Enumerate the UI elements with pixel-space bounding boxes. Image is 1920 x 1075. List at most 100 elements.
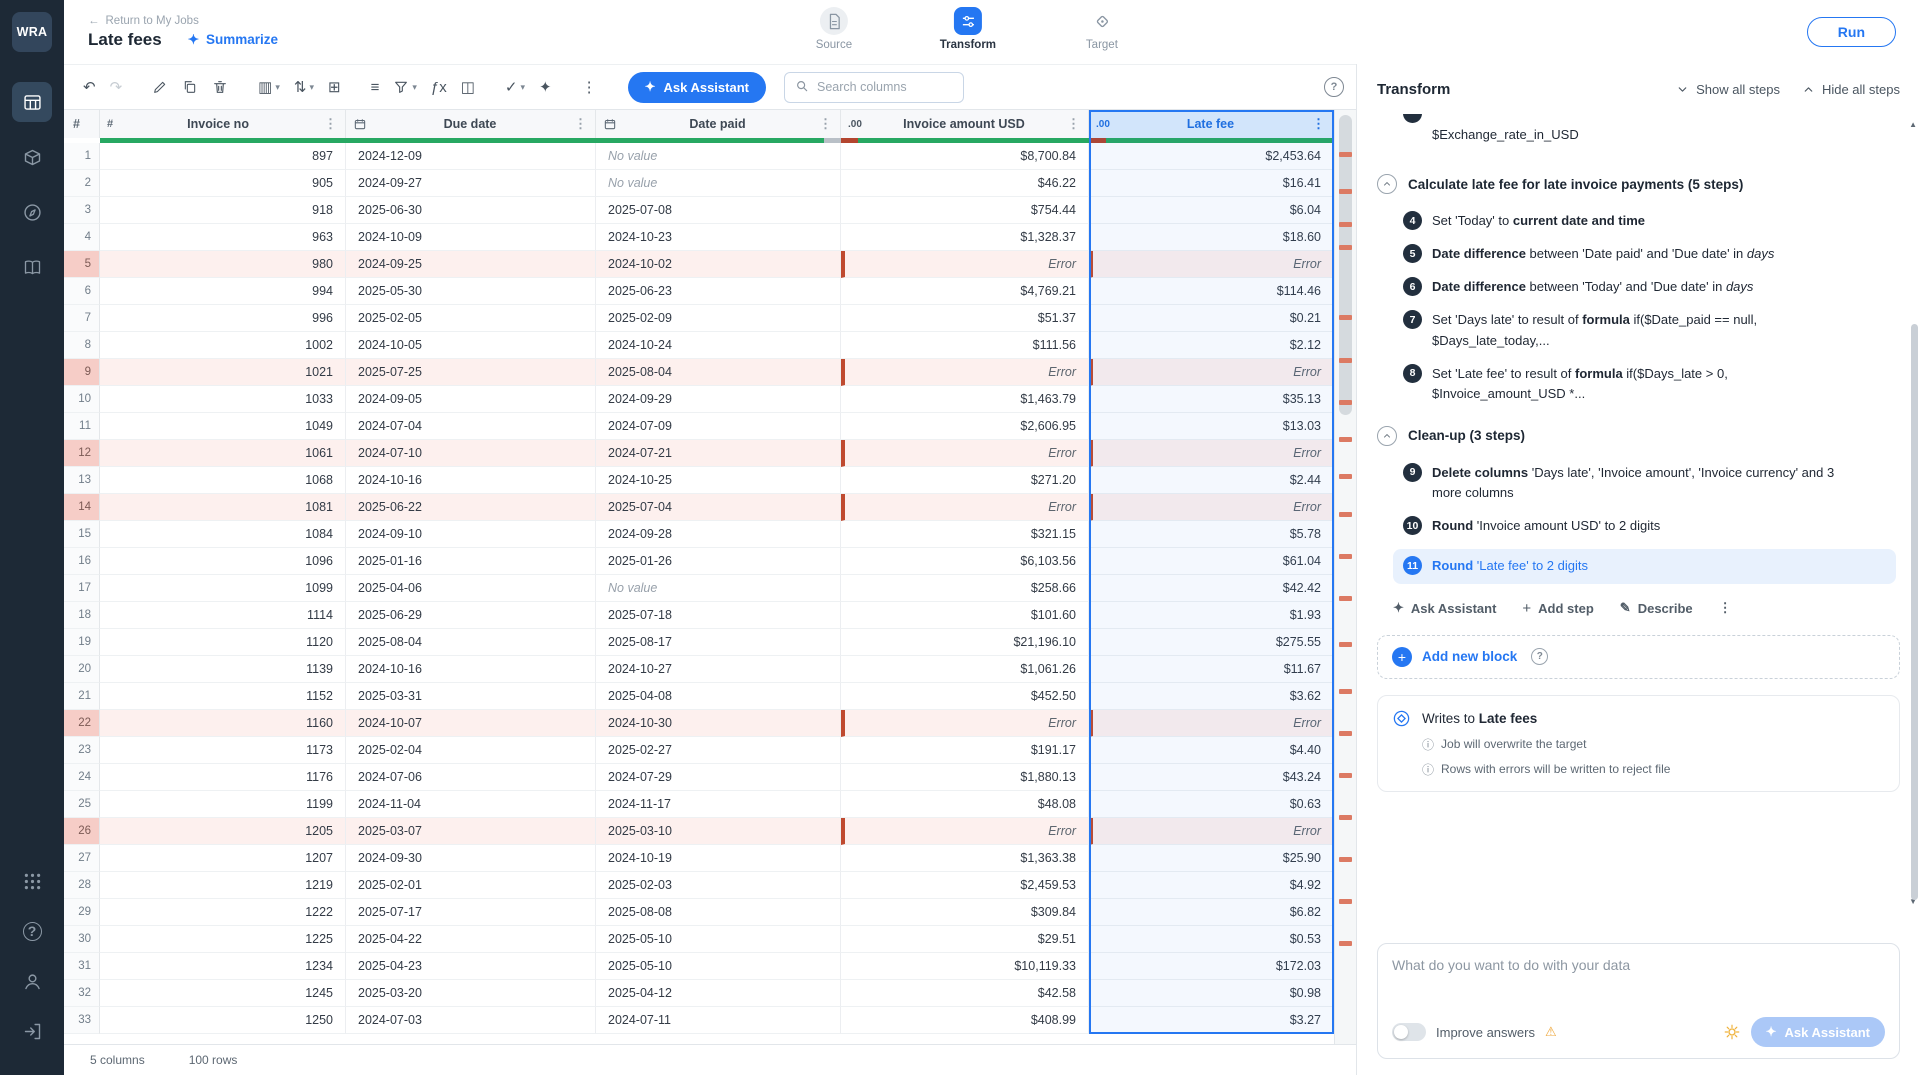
column-header-date-paid[interactable]: Date paid⋮ — [596, 110, 841, 138]
cell-invoice-no[interactable]: 994 — [100, 278, 346, 305]
delete-button[interactable] — [205, 72, 235, 102]
cell-late-fee[interactable]: $2.44 — [1089, 467, 1334, 494]
block-header[interactable]: Clean-up (3 steps) — [1377, 422, 1900, 450]
cell-late-fee[interactable]: $172.03 — [1089, 953, 1334, 980]
cell-late-fee[interactable]: $5.78 — [1089, 521, 1334, 548]
transform-step-9[interactable]: 9Delete columns 'Days late', 'Invoice am… — [1403, 463, 1896, 503]
column-header-invoice-amount-usd[interactable]: .00Invoice amount USD⋮ — [841, 110, 1089, 138]
cell-invoice-amount[interactable]: $408.99 — [841, 1007, 1089, 1034]
back-link[interactable]: ← Return to My Jobs — [88, 15, 278, 27]
cell-invoice-no[interactable]: 1084 — [100, 521, 346, 548]
row-number[interactable]: 2 — [64, 170, 100, 197]
cell-invoice-amount[interactable]: $10,119.33 — [841, 953, 1089, 980]
steps-more-button[interactable]: ⋮ — [1719, 600, 1732, 616]
cell-invoice-no[interactable]: 1081 — [100, 494, 346, 521]
transform-step-11[interactable]: 11Round 'Late fee' to 2 digits — [1393, 549, 1896, 583]
cell-date-paid[interactable]: 2025-04-12 — [596, 980, 841, 1007]
cell-date-paid[interactable]: 2025-05-10 — [596, 926, 841, 953]
chat-input[interactable] — [1392, 957, 1885, 1017]
cell-date-paid[interactable]: 2024-10-02 — [596, 251, 841, 278]
cell-invoice-amount[interactable]: $1,463.79 — [841, 386, 1089, 413]
cell-invoice-no[interactable]: 1245 — [100, 980, 346, 1007]
row-number[interactable]: 8 — [64, 332, 100, 359]
row-number[interactable]: 28 — [64, 872, 100, 899]
add-new-block-button[interactable]: + Add new block ? — [1377, 635, 1900, 679]
edit-button[interactable] — [145, 72, 175, 102]
cell-invoice-amount[interactable]: $8,700.84 — [841, 143, 1089, 170]
cell-due-date[interactable]: 2025-03-07 — [346, 818, 596, 845]
row-number[interactable]: 5 — [64, 251, 100, 278]
cell-due-date[interactable]: 2024-10-05 — [346, 332, 596, 359]
cell-invoice-amount[interactable]: $48.08 — [841, 791, 1089, 818]
cell-invoice-amount[interactable]: $1,363.38 — [841, 845, 1089, 872]
cell-invoice-no[interactable]: 1061 — [100, 440, 346, 467]
cell-date-paid[interactable]: 2025-07-18 — [596, 602, 841, 629]
cell-invoice-no[interactable]: 1207 — [100, 845, 346, 872]
ask-assistant-button[interactable]: ✦ Ask Assistant — [628, 72, 766, 103]
cell-due-date[interactable]: 2024-12-09 — [346, 143, 596, 170]
add-step-button[interactable]: + Add step — [1522, 600, 1593, 617]
sidebar-item-help[interactable]: ? — [12, 911, 52, 951]
transform-step-4[interactable]: 4Set 'Today' to current date and time — [1403, 211, 1896, 231]
row-number[interactable]: 14 — [64, 494, 100, 521]
cell-due-date[interactable]: 2025-03-31 — [346, 683, 596, 710]
cell-due-date[interactable]: 2025-07-17 — [346, 899, 596, 926]
cell-invoice-no[interactable]: 996 — [100, 305, 346, 332]
stepper-transform[interactable]: Transform — [930, 7, 1006, 51]
cell-date-paid[interactable]: 2025-08-04 — [596, 359, 841, 386]
cell-invoice-amount[interactable]: $452.50 — [841, 683, 1089, 710]
row-number[interactable]: 19 — [64, 629, 100, 656]
cell-late-fee[interactable]: Error — [1089, 440, 1334, 467]
cell-invoice-no[interactable]: 1176 — [100, 764, 346, 791]
cell-due-date[interactable]: 2024-09-30 — [346, 845, 596, 872]
cell-invoice-amount[interactable]: Error — [841, 440, 1089, 467]
cell-due-date[interactable]: 2024-09-27 — [346, 170, 596, 197]
transform-step-8[interactable]: 8Set 'Late fee' to result of formula if(… — [1403, 364, 1896, 404]
cell-due-date[interactable]: 2024-07-06 — [346, 764, 596, 791]
cell-date-paid[interactable]: 2024-10-24 — [596, 332, 841, 359]
cell-late-fee[interactable]: Error — [1089, 818, 1334, 845]
cell-due-date[interactable]: 2024-10-16 — [346, 467, 596, 494]
row-number[interactable]: 16 — [64, 548, 100, 575]
cell-due-date[interactable]: 2025-07-25 — [346, 359, 596, 386]
cell-invoice-amount[interactable]: $191.17 — [841, 737, 1089, 764]
cell-late-fee[interactable]: $3.27 — [1089, 1007, 1334, 1034]
cell-invoice-no[interactable]: 1160 — [100, 710, 346, 737]
panel-scrollbar-thumb[interactable] — [1911, 324, 1918, 900]
cell-date-paid[interactable]: 2024-09-29 — [596, 386, 841, 413]
cell-invoice-amount[interactable]: Error — [841, 710, 1089, 737]
row-number[interactable]: 22 — [64, 710, 100, 737]
undo-button[interactable]: ↶ — [76, 72, 103, 102]
row-number[interactable]: 27 — [64, 845, 100, 872]
cell-due-date[interactable]: 2024-07-04 — [346, 413, 596, 440]
row-number[interactable]: 12 — [64, 440, 100, 467]
column-menu-icon[interactable]: ⋮ — [1066, 116, 1081, 132]
cell-invoice-no[interactable]: 1225 — [100, 926, 346, 953]
scrollbar-thumb[interactable] — [1339, 115, 1352, 415]
cell-invoice-no[interactable]: 963 — [100, 224, 346, 251]
cell-invoice-amount[interactable]: $21,196.10 — [841, 629, 1089, 656]
row-number[interactable]: 13 — [64, 467, 100, 494]
cell-late-fee[interactable]: $18.60 — [1089, 224, 1334, 251]
cell-invoice-amount[interactable]: Error — [841, 818, 1089, 845]
cell-date-paid[interactable]: 2025-06-23 — [596, 278, 841, 305]
cell-invoice-no[interactable]: 1021 — [100, 359, 346, 386]
cell-date-paid[interactable]: 2024-10-30 — [596, 710, 841, 737]
cell-late-fee[interactable]: $1.93 — [1089, 602, 1334, 629]
transform-step-6[interactable]: 6Date difference between 'Today' and 'Du… — [1403, 277, 1896, 297]
sidebar-item-library[interactable] — [12, 247, 52, 287]
cell-due-date[interactable]: 2025-02-04 — [346, 737, 596, 764]
cell-invoice-no[interactable]: 1120 — [100, 629, 346, 656]
cell-invoice-no[interactable]: 1096 — [100, 548, 346, 575]
cell-late-fee[interactable]: $4.92 — [1089, 872, 1334, 899]
cell-late-fee[interactable]: $4.40 — [1089, 737, 1334, 764]
cell-due-date[interactable]: 2025-04-06 — [346, 575, 596, 602]
cell-late-fee[interactable]: Error — [1089, 359, 1334, 386]
sidebar-item-account[interactable] — [12, 961, 52, 1001]
cell-late-fee[interactable]: $3.62 — [1089, 683, 1334, 710]
cell-invoice-amount[interactable]: $2,606.95 — [841, 413, 1089, 440]
cell-invoice-amount[interactable]: $321.15 — [841, 521, 1089, 548]
cell-due-date[interactable]: 2024-10-07 — [346, 710, 596, 737]
more-button[interactable]: ⋮ — [575, 72, 604, 102]
column-header-due-date[interactable]: Due date⋮ — [346, 110, 596, 138]
